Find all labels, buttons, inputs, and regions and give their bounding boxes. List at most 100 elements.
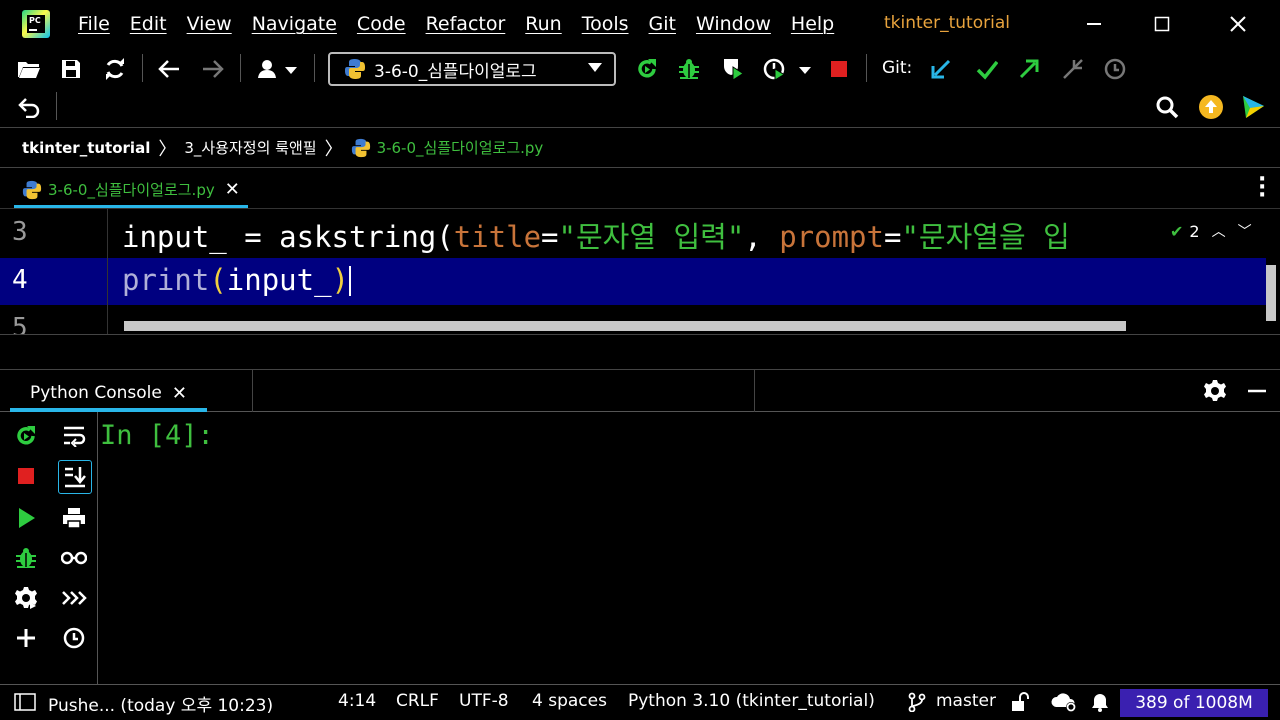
debug-bug-icon[interactable] (12, 544, 40, 572)
status-message[interactable]: Pushe... (today 오후 10:23) (48, 691, 273, 716)
menu-window[interactable]: Window (696, 13, 771, 35)
file-encoding[interactable]: UTF-8 (459, 691, 509, 711)
code-token: input_ (226, 263, 332, 297)
back-arrow-icon[interactable] (156, 56, 182, 82)
debug-bug-icon[interactable] (676, 56, 702, 82)
cloud-settings-icon[interactable] (1050, 691, 1078, 718)
console-tab-label: Python Console (30, 383, 162, 403)
git-history-clock-icon[interactable] (1102, 56, 1128, 82)
run-with-coverage-icon[interactable] (720, 56, 746, 82)
git-branch[interactable]: master (936, 691, 996, 711)
undo-icon[interactable] (16, 94, 42, 120)
menu-view[interactable]: View (187, 13, 232, 35)
rerun-console-icon[interactable] (12, 422, 40, 450)
editor-tab-active[interactable]: 3-6-0_심플다이얼로그.py ✕ (14, 174, 248, 208)
stop-icon[interactable] (826, 56, 852, 82)
print-icon[interactable] (60, 504, 88, 532)
console-prompt: In [4]: (100, 420, 214, 451)
memory-usage: 389 of 1008M (1135, 693, 1253, 713)
minimize-icon[interactable] (1082, 12, 1106, 36)
menu-tools[interactable]: Tools (582, 13, 629, 35)
line-number: 5 (12, 313, 28, 334)
main-menu: File Edit View Navigate Code Refactor Ru… (78, 13, 854, 35)
text-caret (349, 266, 352, 296)
maximize-icon[interactable] (1150, 12, 1174, 36)
line-separator[interactable]: CRLF (396, 691, 439, 711)
line-number-gutter: 3 4 5 (0, 209, 108, 334)
git-commit-check-icon[interactable] (974, 56, 1000, 82)
sync-icon[interactable] (102, 56, 128, 82)
menu-refactor[interactable]: Refactor (426, 13, 506, 35)
console-history-clock-icon[interactable] (60, 624, 88, 652)
git-push-arrow-icon[interactable] (1016, 56, 1042, 82)
new-console-plus-icon[interactable] (12, 624, 40, 652)
more-options-icon[interactable]: · · · (1258, 169, 1266, 207)
stop-console-icon[interactable] (12, 462, 40, 490)
forward-arrow-icon[interactable] (200, 56, 226, 82)
menu-code[interactable]: Code (357, 13, 406, 35)
panel-splitter[interactable] (0, 334, 1280, 370)
vertical-scrollbar[interactable] (1266, 265, 1276, 321)
breadcrumb: tkinter_tutorial 〉 3_사용자정의 룩앤필 〉 3-6-0_심… (0, 128, 1280, 168)
horizontal-scrollbar[interactable] (124, 321, 1126, 331)
main-toolbar: 3-6-0_심플다이얼로그 Git: (0, 48, 1280, 128)
code-line-4: print(input_) (122, 263, 352, 297)
menu-help[interactable]: Help (791, 13, 834, 35)
memory-indicator[interactable]: 389 of 1008M (1120, 689, 1268, 717)
python-interpreter[interactable]: Python 3.10 (tkinter_tutorial) (628, 691, 875, 711)
status-bar: Pushe... (today 오후 10:23) 4:14 CRLF UTF-… (0, 684, 1280, 720)
search-icon[interactable] (1154, 94, 1180, 120)
save-icon[interactable] (58, 56, 84, 82)
soft-wrap-icon[interactable] (60, 422, 88, 450)
notifications-bell-icon[interactable] (1090, 692, 1110, 717)
header-separator (754, 370, 755, 412)
rerun-icon[interactable] (634, 56, 660, 82)
breadcrumb-folder[interactable]: 3_사용자정의 룩앤필 (184, 137, 316, 158)
code-token: = (883, 220, 902, 254)
hide-panel-minus-icon[interactable] (1244, 378, 1270, 404)
chevron-up-icon[interactable]: ︿ (1212, 221, 1226, 241)
run-configuration-selector[interactable]: 3-6-0_심플다이얼로그 (328, 52, 616, 86)
open-folder-icon[interactable] (16, 56, 42, 82)
tab-python-console[interactable]: Python Console ✕ (10, 378, 207, 412)
console-settings-gear-icon[interactable] (12, 584, 40, 612)
editor-tab-bar: 3-6-0_심플다이얼로그.py ✕ · · · (0, 168, 1280, 208)
lock-open-icon[interactable] (1010, 692, 1030, 717)
project-title: tkinter_tutorial (884, 13, 1010, 33)
breadcrumb-project[interactable]: tkinter_tutorial (22, 139, 150, 157)
inspection-widget[interactable]: ✔ 2 ︿ ﹀ (1164, 221, 1258, 241)
code-token-paren: ( (209, 263, 227, 297)
execute-multiline-icon[interactable] (60, 584, 88, 612)
toggle-tool-windows-icon[interactable] (14, 693, 36, 716)
menu-file[interactable]: File (78, 13, 110, 35)
close-window-icon[interactable] (1226, 12, 1250, 36)
close-tab-icon[interactable]: ✕ (225, 179, 240, 200)
close-tab-icon[interactable]: ✕ (172, 383, 187, 404)
line-number: 3 (12, 217, 28, 247)
menu-edit[interactable]: Edit (130, 13, 167, 35)
code-with-me-icon[interactable] (1240, 94, 1266, 120)
gear-icon[interactable] (1202, 378, 1228, 404)
scroll-to-end-icon[interactable] (58, 460, 92, 494)
code-token: = (541, 220, 559, 254)
menu-navigate[interactable]: Navigate (252, 13, 337, 35)
caret-position[interactable]: 4:14 (338, 691, 376, 711)
git-update-arrow-icon[interactable] (928, 56, 954, 82)
console-toolbar (0, 412, 98, 684)
run-play-icon[interactable] (12, 504, 40, 532)
code-editor[interactable]: 3 4 5 input_ = askstring(title="문자열 입력",… (0, 208, 1280, 334)
chevron-right-icon: 〉 (158, 138, 177, 160)
python-console[interactable]: In [4]: (0, 412, 1280, 684)
profile-dropdown-icon[interactable] (762, 56, 816, 82)
update-available-icon[interactable] (1198, 94, 1224, 120)
breadcrumb-file[interactable]: 3-6-0_심플다이얼로그.py (377, 137, 544, 158)
menu-run[interactable]: Run (525, 13, 561, 35)
git-compare-icon[interactable] (1060, 56, 1086, 82)
chevron-down-icon[interactable]: ﹀ (1238, 221, 1252, 241)
show-variables-glasses-icon[interactable] (60, 544, 88, 572)
user-dropdown-icon[interactable] (256, 56, 300, 82)
menu-git[interactable]: Git (649, 13, 676, 35)
indent-setting[interactable]: 4 spaces (532, 691, 607, 711)
git-label: Git: (882, 58, 913, 78)
header-separator (252, 370, 253, 412)
